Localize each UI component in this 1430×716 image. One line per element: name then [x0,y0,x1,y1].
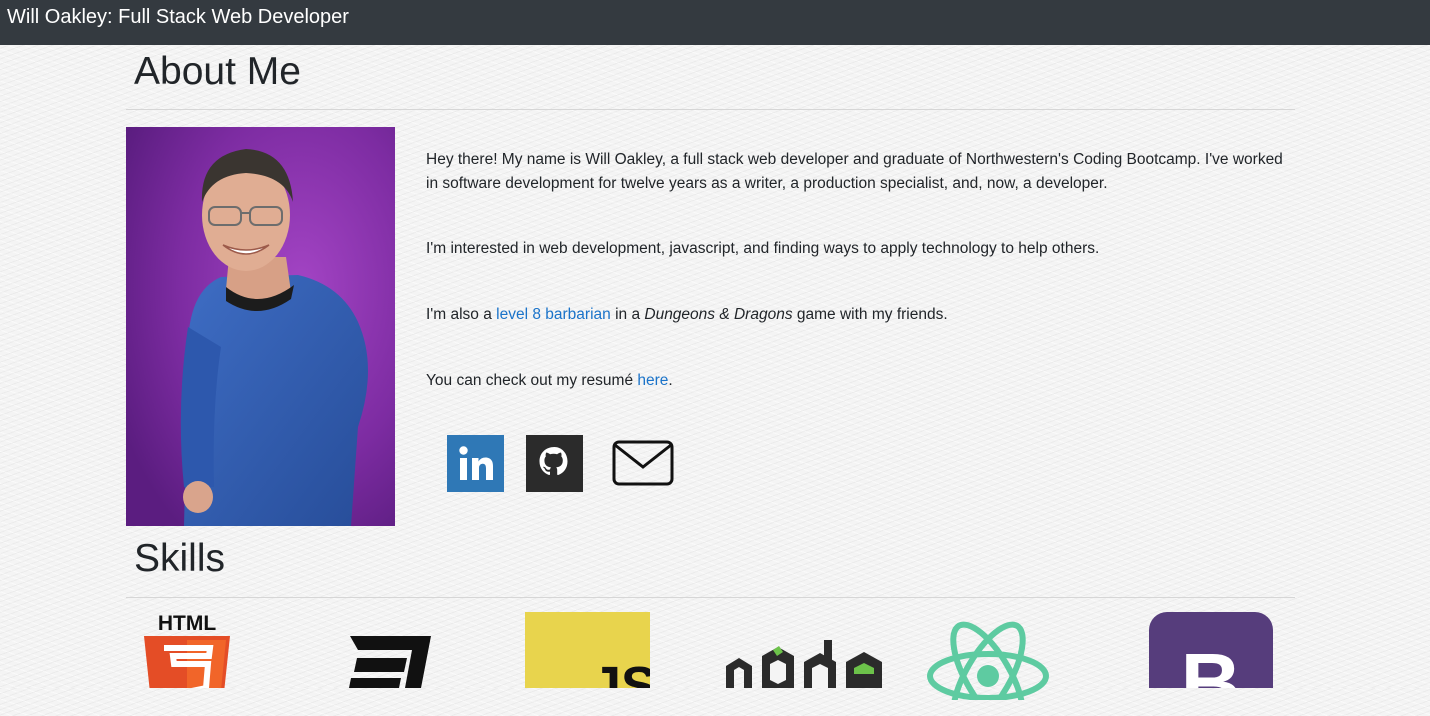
resume-text-after: . [668,372,673,389]
skills-divider [126,597,1295,598]
bio-paragraph-intro: Hey there! My name is Will Oakley, a ful… [426,151,1283,192]
react-logo [926,620,1050,716]
resume-text-before: You can check out my resumé [426,372,638,389]
html5-logo: HTML [142,612,232,712]
css3-logo [345,636,433,712]
resume-link[interactable]: here [637,372,668,389]
skills-title: Skills [134,537,226,580]
about-title: About Me [134,50,301,93]
github-icon [526,435,583,492]
dnd-game-name: Dungeons & Dragons [644,306,793,323]
html5-icon: HTML [144,612,230,712]
nodejs-logo [724,640,886,716]
dnd-text-before: I'm also a [426,306,497,323]
bootstrap-text: B [1181,636,1242,688]
html5-text: HTML [158,612,216,635]
dnd-text-after: game with my friends. [792,306,948,323]
navbar-brand[interactable]: Will Oakley: Full Stack Web Developer [7,6,349,29]
css3-icon [349,636,431,688]
dnd-text-middle: in a [610,306,645,323]
navbar: Will Oakley: Full Stack Web Developer [0,0,1430,45]
javascript-logo: JS [525,612,657,716]
javascript-icon: JS [525,612,657,716]
nodejs-icon [726,640,882,688]
bootstrap-icon: B [1149,612,1273,716]
about-divider [126,109,1295,110]
barbarian-link[interactable]: level 8 barbarian [496,306,611,323]
javascript-text: JS [591,656,650,688]
bootstrap-logo: B [1149,612,1273,716]
linkedin-link[interactable] [447,435,504,492]
bio-paragraph-dnd: I'm also a level 8 barbarian in a Dungeo… [426,303,948,327]
profile-photo [126,127,395,526]
mail-icon [612,440,674,486]
github-link[interactable] [526,435,583,492]
email-link[interactable] [612,435,674,492]
bio-paragraph-resume: You can check out my resumé here. [426,369,673,393]
react-icon [927,621,1049,716]
bio-paragraph-interests: I'm interested in web development, javas… [426,240,1100,257]
linkedin-icon [447,435,504,492]
